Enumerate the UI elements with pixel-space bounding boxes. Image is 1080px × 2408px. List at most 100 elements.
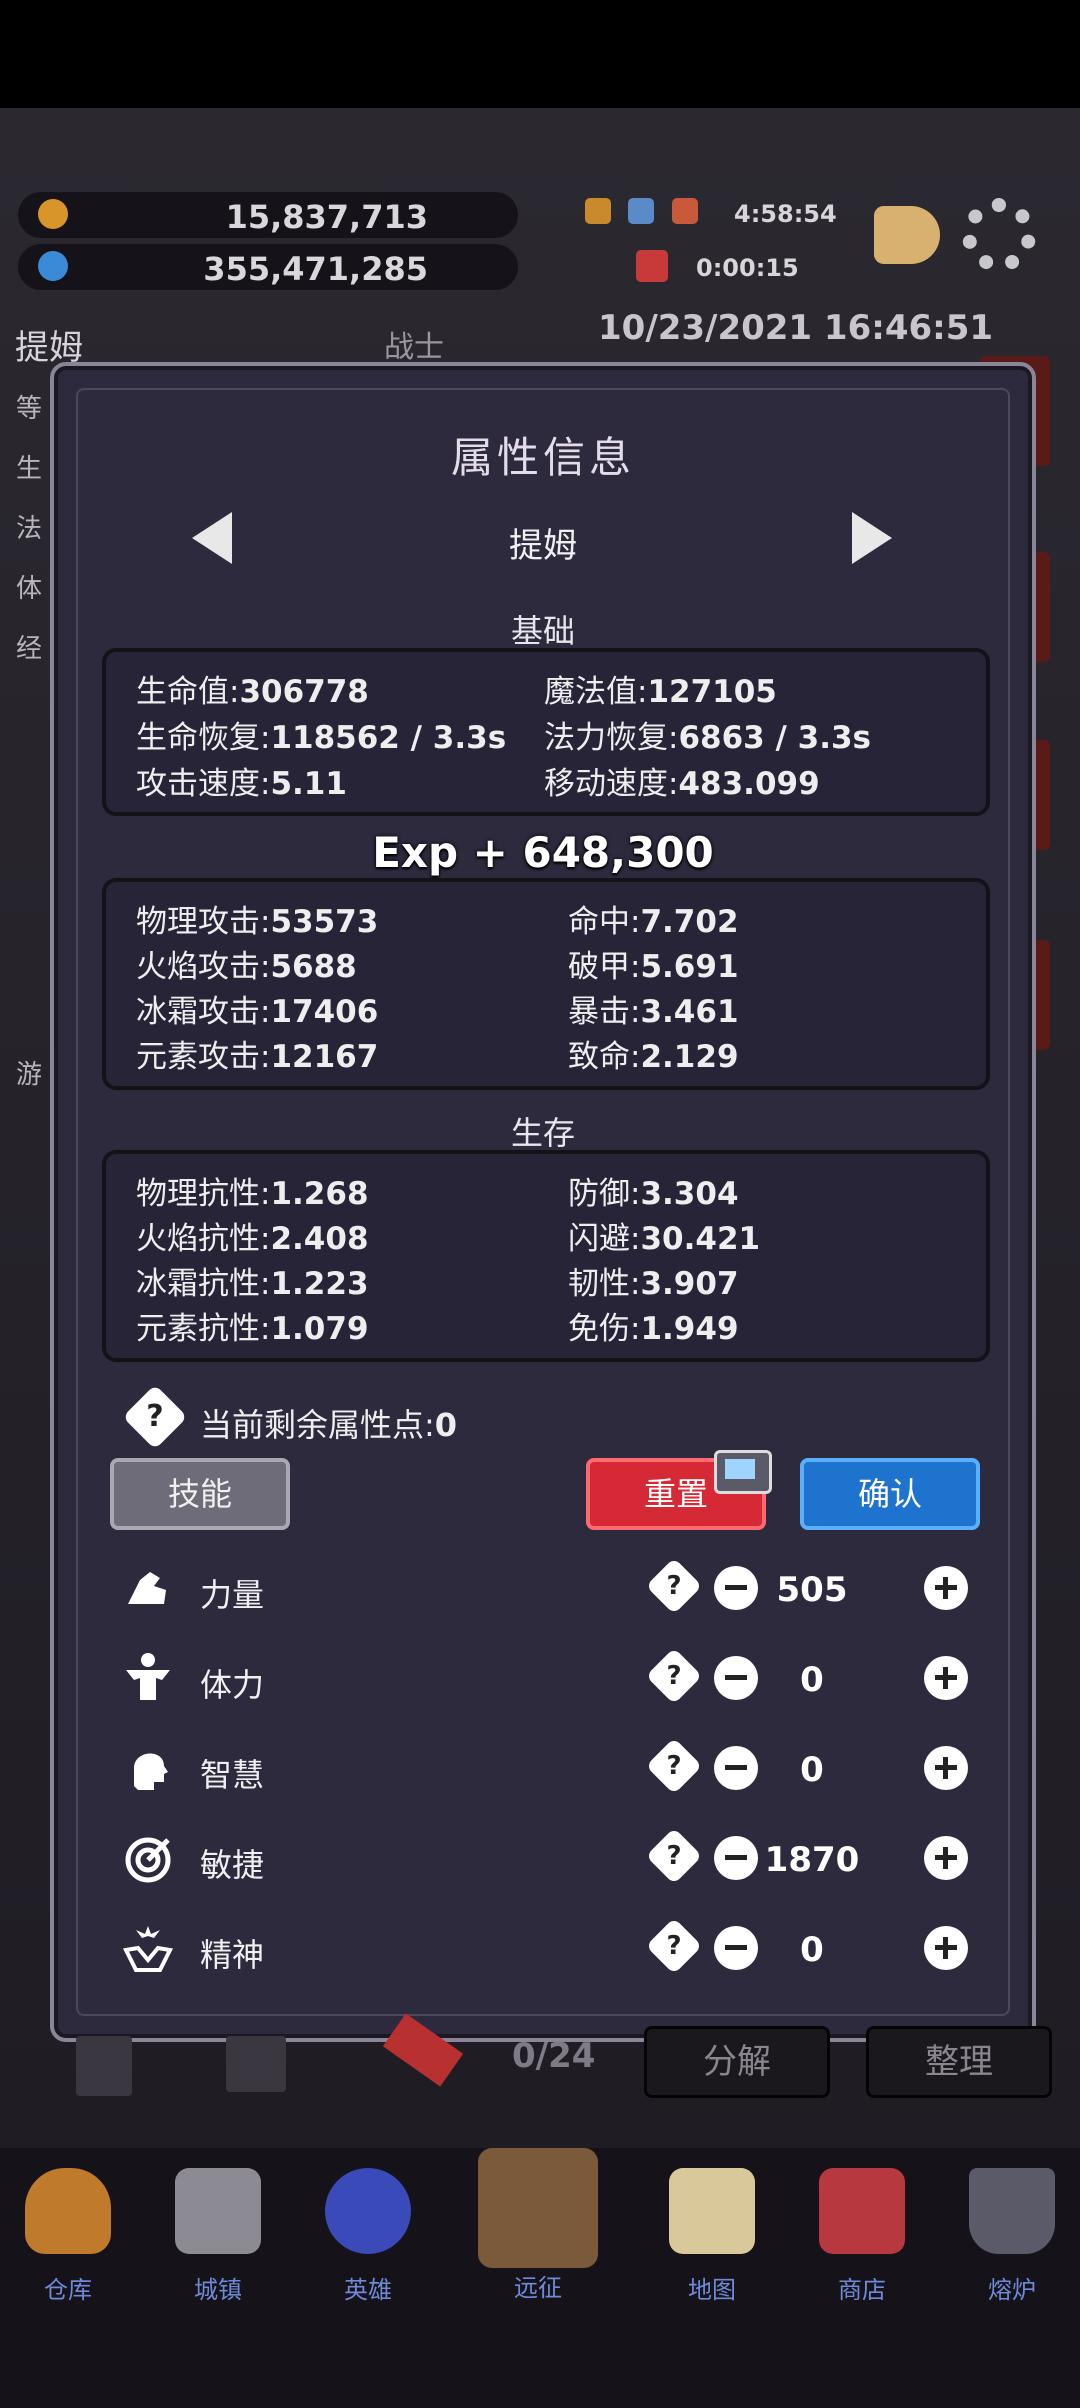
stat-hp-regen: 生命恢复:118562 / 3.3s (136, 720, 507, 756)
nav-label: 远征 (514, 2274, 562, 2302)
bg-label: 体 (16, 574, 43, 604)
basic-stats-box: 生命值:306778 魔法值:127105 生命恢复:118562 / 3.3s… (102, 648, 990, 816)
organize-button[interactable]: 整理 (866, 2026, 1052, 2098)
section-survival-title: 生存 (510, 1114, 575, 1152)
increase-button-icon[interactable] (924, 1566, 968, 1610)
bottom-nav: 仓库 城镇 英雄 远征 地图 商店 熔炉 (0, 2148, 1080, 2408)
decrease-button-icon[interactable] (714, 1926, 758, 1970)
attribute-row-stamina: 体力 ? 0 (54, 1646, 1032, 1716)
stat-frost-resist: 冰霜抗性:1.223 (136, 1266, 369, 1302)
stat-armor-pen: 破甲:5.691 (568, 949, 739, 985)
strength-icon (128, 1572, 166, 1604)
stat-accuracy: 命中:7.702 (568, 904, 739, 940)
stat-crit: 暴击:3.461 (568, 994, 739, 1030)
boost-exp-icon[interactable] (672, 198, 698, 224)
attribute-value: 0 (800, 1660, 824, 1700)
stat-fire-attack: 火焰攻击:5688 (136, 949, 357, 985)
anvil-icon (969, 2168, 1055, 2254)
megaphone-icon[interactable] (874, 206, 940, 264)
decompose-button[interactable]: 分解 (644, 2026, 830, 2098)
attribute-row-strength: 力量 ? 505 (54, 1556, 1032, 1626)
bg-label: 生 (16, 454, 43, 484)
decrease-button-icon[interactable] (714, 1746, 758, 1790)
increase-button-icon[interactable] (924, 1746, 968, 1790)
increase-button-icon[interactable] (924, 1836, 968, 1880)
bag-icon (25, 2168, 111, 2254)
section-basic-title: 基础 (510, 612, 575, 650)
watch-ad-tv-icon (714, 1450, 772, 1494)
nav-label: 英雄 (344, 2276, 392, 2304)
decrease-button-icon[interactable] (714, 1836, 758, 1880)
increase-button-icon[interactable] (924, 1656, 968, 1700)
nav-label: 城镇 (194, 2276, 242, 2304)
attribute-row-spirit: 精神 ? 0 (54, 1916, 1032, 1986)
castle-icon (175, 2168, 261, 2254)
settings-gear-icon[interactable] (962, 198, 1036, 272)
map-icon (669, 2168, 755, 2254)
stat-damage-reduction: 免伤:1.949 (568, 1311, 739, 1347)
attribute-help-icon[interactable]: ? (645, 1557, 703, 1615)
increase-button-icon[interactable] (924, 1926, 968, 1970)
gold-coin-icon (38, 199, 68, 229)
nav-warehouse[interactable]: 仓库 (8, 2168, 128, 2305)
boost-gold-icon[interactable] (585, 198, 611, 224)
gem-value: 355,471,285 (203, 250, 428, 288)
boost-gem-icon[interactable] (628, 198, 654, 224)
nav-label: 熔炉 (988, 2276, 1036, 2304)
attribute-name: 力量 (200, 1576, 265, 1614)
equipment-filter-icon[interactable] (226, 2036, 286, 2092)
stat-toughness: 韧性:3.907 (568, 1266, 739, 1302)
nav-hero[interactable]: 英雄 (308, 2168, 428, 2305)
gold-value: 15,837,713 (225, 198, 428, 236)
nav-shop[interactable]: 商店 (802, 2168, 922, 2305)
help-question-icon[interactable]: ? (122, 1384, 188, 1450)
wisdom-icon (134, 1753, 168, 1790)
stat-lethal: 致命:2.129 (568, 1039, 739, 1075)
confirm-button[interactable]: 确认 (800, 1458, 980, 1530)
nav-expedition[interactable]: 远征 (478, 2148, 598, 2303)
nav-town[interactable]: 城镇 (158, 2168, 278, 2305)
decrease-button-icon[interactable] (714, 1656, 758, 1700)
boost-timer: 4:58:54 (734, 200, 837, 228)
dialog-title: 属性信息 (450, 433, 635, 482)
attack-stats-box: 物理攻击:53573 命中:7.702 火焰攻击:5688 破甲:5.691 冰… (102, 878, 990, 1090)
bg-label: 经 (16, 634, 43, 664)
stat-element-attack: 元素攻击:12167 (136, 1039, 379, 1075)
bg-label: 游 (16, 1060, 43, 1090)
stat-mp: 魔法值:127105 (544, 674, 777, 710)
nav-label: 仓库 (44, 2276, 92, 2304)
status-bar (0, 0, 1080, 108)
attribute-help-icon[interactable]: ? (645, 1917, 703, 1975)
skill-button[interactable]: 技能 (110, 1458, 290, 1530)
spirit-icon (123, 1926, 173, 1972)
agility-icon (125, 1837, 171, 1883)
gem-icon (38, 251, 68, 281)
nav-map[interactable]: 地图 (652, 2168, 772, 2305)
trash-icon[interactable] (76, 2036, 132, 2096)
decrease-button-icon[interactable] (714, 1566, 758, 1610)
nav-label: 商店 (838, 2276, 886, 2304)
attribute-help-icon[interactable]: ? (645, 1827, 703, 1885)
attribute-help-icon[interactable]: ? (645, 1737, 703, 1795)
stat-hp: 生命值:306778 (136, 674, 369, 710)
attribute-value: 0 (800, 1750, 824, 1790)
attribute-name: 智慧 (200, 1756, 265, 1794)
next-hero-arrow-icon[interactable] (852, 512, 892, 564)
stat-physical-resist: 物理抗性:1.268 (136, 1176, 369, 1212)
gift-timer: 0:00:15 (696, 254, 799, 282)
nav-forge[interactable]: 熔炉 (952, 2168, 1072, 2305)
stat-element-resist: 元素抗性:1.079 (136, 1311, 369, 1347)
stat-dodge: 闪避:30.421 (568, 1221, 761, 1257)
bg-label: 法 (16, 514, 43, 544)
shop-icon (819, 2168, 905, 2254)
attribute-value: 505 (776, 1570, 848, 1610)
stat-mp-regen: 法力恢复:6863 / 3.3s (544, 720, 872, 756)
attribute-name: 精神 (200, 1936, 265, 1974)
attribute-help-icon[interactable]: ? (645, 1647, 703, 1705)
stat-physical-attack: 物理攻击:53573 (136, 904, 379, 940)
attribute-value: 1870 (764, 1840, 860, 1880)
attribute-row-agility: 敏捷 ? 1870 (54, 1826, 1032, 1896)
gift-icon[interactable] (636, 250, 668, 282)
datetime: 10/23/2021 16:46:51 (598, 308, 994, 348)
bg-label: 等 (16, 394, 43, 424)
